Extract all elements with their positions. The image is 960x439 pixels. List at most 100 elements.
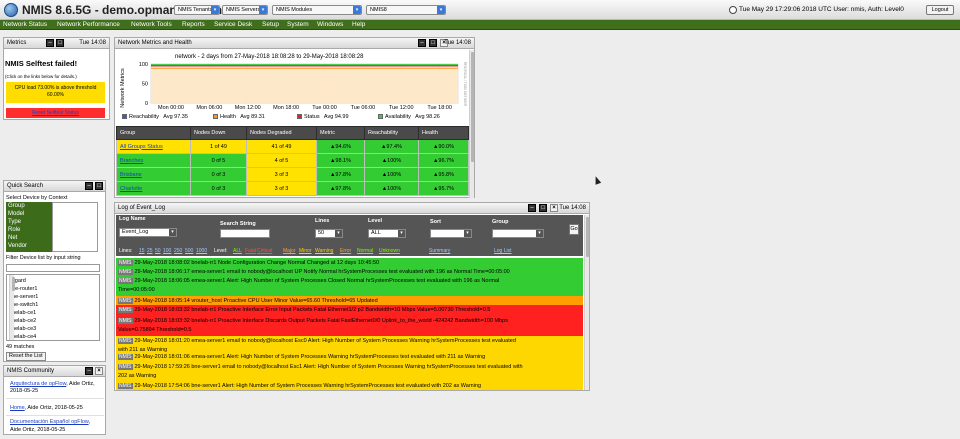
- level-link-warning[interactable]: Warning: [315, 246, 333, 256]
- window-maximize-icon[interactable]: □: [429, 39, 437, 47]
- window-minimize-icon[interactable]: –: [418, 39, 426, 47]
- context-item[interactable]: Role: [8, 227, 20, 233]
- y-tick-label: 50: [142, 82, 148, 88]
- context-item[interactable]: Net: [8, 235, 17, 241]
- col-metric[interactable]: Metric: [316, 126, 365, 140]
- nmis8-dropdown[interactable]: NMIS8 ▾: [366, 5, 446, 15]
- group-link[interactable]: All Groups Status: [116, 139, 191, 154]
- level-select[interactable]: ALL ▾: [368, 229, 406, 238]
- lines-link[interactable]: 500: [185, 246, 193, 256]
- cell-reachability: ▲97.4%: [364, 139, 419, 154]
- group-select[interactable]: ▾: [492, 229, 544, 238]
- servers-dropdown[interactable]: NMIS Servers ▾: [222, 5, 268, 15]
- col-nodes-degraded[interactable]: Nodes Degraded: [246, 126, 317, 140]
- window-minimize-icon[interactable]: –: [85, 182, 93, 190]
- cpu-load-alert[interactable]: CPU load 73.00% is above threshold 60.00…: [6, 82, 105, 103]
- menu-windows[interactable]: Windows: [317, 21, 343, 28]
- level-link-error[interactable]: Error: [340, 246, 351, 256]
- context-list[interactable]: Group Model Type Role Net Vendor: [6, 202, 52, 252]
- menu-reports[interactable]: Reports: [182, 21, 205, 28]
- lines-link[interactable]: 15: [139, 246, 145, 256]
- metrics-window-header[interactable]: Metrics – □ Tue 14:08: [4, 38, 109, 49]
- event-log-scrollbar[interactable]: [584, 215, 589, 390]
- modules-dropdown[interactable]: NMIS Modules ▾: [272, 5, 362, 15]
- group-status-table: Group Nodes Down Nodes Degraded Metric R…: [116, 126, 469, 196]
- cell-health: ▲95.7%: [418, 181, 469, 196]
- window-maximize-icon[interactable]: □: [95, 182, 103, 190]
- search-string-input[interactable]: [220, 229, 270, 238]
- device-list[interactable]: asgard bne-router1 bne-server1 bne-switc…: [6, 274, 100, 341]
- group-link[interactable]: Charlotte: [116, 181, 191, 196]
- lines-link[interactable]: 250: [174, 246, 182, 256]
- lines-select[interactable]: 50 ▾: [315, 229, 343, 238]
- go-button[interactable]: Go: [569, 224, 579, 235]
- level-link-major[interactable]: Major: [283, 246, 296, 256]
- col-group[interactable]: Group: [116, 126, 191, 140]
- quick-search-header[interactable]: Quick Search – □: [4, 181, 105, 192]
- level-link-minor[interactable]: Minor: [299, 246, 312, 256]
- window-minimize-icon[interactable]: –: [46, 39, 54, 47]
- col-nodes-down[interactable]: Nodes Down: [190, 126, 247, 140]
- context-item[interactable]: Group: [8, 203, 25, 209]
- menu-help[interactable]: Help: [352, 21, 365, 28]
- menu-setup[interactable]: Setup: [262, 21, 279, 28]
- col-health[interactable]: Health: [418, 126, 469, 140]
- reset-selftest-link[interactable]: Reset Selftest Status: [6, 108, 105, 118]
- event-text: NMIS 29-May-2018 17:59:26 bne-server1 ema…: [118, 364, 523, 370]
- menu-service-desk[interactable]: Service Desk: [214, 21, 252, 28]
- sort-select[interactable]: ▾: [430, 229, 472, 238]
- context-item[interactable]: Model: [8, 211, 24, 217]
- lines-link[interactable]: 1000: [196, 246, 207, 256]
- level-link-normal[interactable]: Normal: [357, 246, 373, 256]
- x-tick-label: Mon 18:00: [273, 105, 299, 111]
- log-name-select[interactable]: Event_Log ▾: [119, 228, 177, 237]
- cell-metric: ▲94.6%: [316, 139, 365, 154]
- community-link[interactable]: Home: [10, 405, 25, 411]
- window-maximize-icon[interactable]: □: [56, 39, 64, 47]
- menu-system[interactable]: System: [287, 21, 309, 28]
- top-bar: NMIS 8.6.5G - demo.opmantek.com NMIS Ten…: [0, 0, 960, 20]
- event-badge: NMIS: [118, 269, 133, 275]
- window-close-icon[interactable]: ×: [95, 367, 103, 375]
- context-value-list[interactable]: [52, 202, 98, 252]
- level-link-unknown[interactable]: Unknown: [379, 246, 400, 256]
- group-link[interactable]: Branches: [116, 153, 191, 168]
- level-link-critical[interactable]: Critical: [257, 246, 272, 256]
- col-reachability[interactable]: Reachability: [364, 126, 419, 140]
- window-minimize-icon[interactable]: –: [528, 204, 536, 212]
- table-row: Brisbane 0 of 3 3 of 3 ▲97.8% ▲100% ▲95.…: [116, 167, 469, 182]
- level-link-all[interactable]: ALL: [233, 246, 242, 256]
- event-text: NMIS 29-May-2018 18:03:32 bnelab-rr1 Proa…: [118, 307, 491, 313]
- context-item[interactable]: Type: [8, 219, 21, 225]
- window-minimize-icon[interactable]: –: [85, 367, 93, 375]
- device-list-scrollbar[interactable]: [9, 275, 15, 340]
- menu-network-status[interactable]: Network Status: [3, 21, 47, 28]
- lines-link[interactable]: 100: [163, 246, 171, 256]
- filter-input[interactable]: [6, 264, 100, 272]
- log-list-link[interactable]: Log List: [494, 246, 512, 256]
- event-log-header[interactable]: Log of Event_Log – □ × Tue 14:08: [115, 203, 589, 214]
- level-link-fatal[interactable]: Fatal: [245, 246, 256, 256]
- window-close-icon[interactable]: ×: [550, 204, 558, 212]
- summary-link[interactable]: Summary: [429, 246, 450, 256]
- health-window-header[interactable]: Network Metrics and Health – □ × Tue 14:…: [115, 38, 474, 49]
- tenants-dropdown[interactable]: NMIS Tenants ▾: [174, 5, 220, 15]
- x-tick-label: Tue 12:00: [389, 105, 414, 111]
- lines-link[interactable]: 50: [155, 246, 161, 256]
- x-tick-label: Mon 12:00: [235, 105, 261, 111]
- health-scrollbar[interactable]: [469, 50, 474, 198]
- community-header[interactable]: NMIS Community – ×: [4, 366, 105, 377]
- menu-network-performance[interactable]: Network Performance: [57, 21, 120, 28]
- context-item[interactable]: Vendor: [8, 243, 27, 249]
- window-maximize-icon[interactable]: □: [539, 204, 547, 212]
- community-link[interactable]: Arquitectura de opFlow: [10, 381, 66, 387]
- lines-link[interactable]: 25: [147, 246, 153, 256]
- selftest-title: NMIS Selftest failed!: [5, 59, 78, 68]
- menu-network-tools[interactable]: Network Tools: [131, 21, 172, 28]
- group-link[interactable]: Brisbane: [116, 167, 191, 182]
- logout-button[interactable]: Logout: [926, 5, 954, 15]
- community-link[interactable]: Documentación Español opFlow: [10, 419, 89, 425]
- event-text: NMIS 29-May-2018 18:06:05 emea-server1 Al…: [118, 278, 500, 284]
- reset-list-button[interactable]: Reset the List: [6, 352, 46, 361]
- cell-nodes-down: 0 of 3: [190, 167, 247, 182]
